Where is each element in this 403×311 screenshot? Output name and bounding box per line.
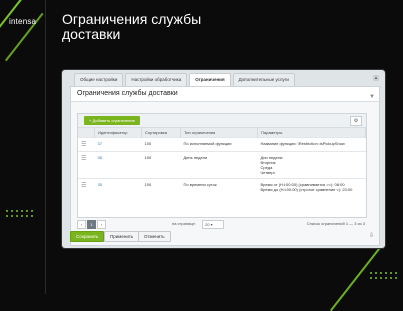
row-params: Название функции: \Restriction::isPickup…: [257, 137, 366, 152]
apply-button[interactable]: Применить: [104, 231, 140, 242]
add-restriction-label: Добавить ограничение: [92, 118, 135, 123]
collapse-icon[interactable]: ▴: [373, 75, 379, 81]
col-sort[interactable]: Сортировка: [141, 128, 181, 138]
cancel-button[interactable]: Отменить: [138, 231, 171, 242]
param-line: Время до (Н:i:00:00) (строгое сравнение …: [260, 187, 353, 192]
col-menu: [78, 128, 95, 138]
grid-toolbar: + Добавить ограничение ⚙: [78, 114, 366, 128]
table-row[interactable]: ☰ 35 100 По времени суток Время от (Н:i:…: [78, 178, 366, 195]
row-sort: 100: [141, 151, 181, 179]
divider: [45, 0, 46, 294]
row-type: По времени суток: [180, 178, 258, 195]
total-count: Список ограничений 1 — 3 из 3: [306, 221, 365, 226]
param-line: Четверг: [260, 170, 276, 175]
save-button[interactable]: Сохранить: [70, 231, 105, 242]
col-type[interactable]: Тип ограничения: [180, 128, 258, 138]
brand-logo: intensa: [9, 17, 37, 26]
restrictions-grid: + Добавить ограничение ⚙ Идентификатор С…: [77, 113, 367, 218]
restrictions-panel: Ограничения службы доставки ▼ + Добавить…: [70, 86, 380, 246]
per-page-value: 20: [205, 222, 210, 227]
row-type: День недели: [180, 151, 258, 179]
pin-icon[interactable]: ⇩: [369, 232, 374, 239]
per-page-label: на странице:: [172, 221, 196, 226]
plus-icon: +: [89, 118, 92, 123]
row-sort: 100: [141, 137, 181, 152]
tab-restrictions[interactable]: Ограничения: [189, 73, 231, 86]
row-sort: 100: [141, 178, 181, 195]
tab-handler[interactable]: Настройки обработчика: [125, 73, 188, 86]
admin-window: Общие настройки Настройки обработчика Ог…: [62, 70, 385, 248]
tab-general[interactable]: Общие настройки: [74, 73, 124, 86]
row-params: Дни недели: Вторник Среда Четверг: [257, 151, 366, 179]
row-menu-icon[interactable]: ☰: [78, 137, 95, 152]
tab-bar: Общие настройки Настройки обработчика Ог…: [74, 73, 295, 86]
row-id[interactable]: 36: [94, 151, 142, 179]
row-type: По исполняемой функции: [180, 137, 258, 152]
panel-title-text: Ограничения службы доставки: [77, 90, 178, 97]
decor-dots: [370, 272, 397, 279]
table-row[interactable]: ☰ 37 100 По исполняемой функции Название…: [78, 137, 366, 152]
add-restriction-button[interactable]: + Добавить ограничение: [84, 116, 140, 125]
panel-title: Ограничения службы доставки ▼: [71, 87, 379, 102]
col-id[interactable]: Идентификатор: [94, 128, 142, 138]
row-menu-icon[interactable]: ☰: [78, 151, 95, 179]
gear-icon[interactable]: ⚙: [350, 116, 362, 126]
row-id[interactable]: 37: [94, 137, 142, 152]
decor-dots: [6, 210, 33, 217]
row-menu-icon[interactable]: ☰: [78, 178, 95, 195]
row-id[interactable]: 35: [94, 178, 142, 195]
page-title: Ограничения службы доставки: [62, 11, 202, 42]
tab-extra-services[interactable]: Дополнительные услуги: [232, 73, 295, 86]
table-row[interactable]: ☰ 36 100 День недели Дни недели: Вторник…: [78, 151, 366, 179]
row-params: Время от (Н:i:00:00) (сравнивается >=): …: [257, 178, 366, 195]
chevron-down-icon[interactable]: ▼: [369, 90, 375, 104]
restrictions-table: Идентификатор Сортировка Тип ограничения…: [78, 128, 366, 195]
col-params[interactable]: Параметры: [257, 128, 366, 138]
form-footer: Сохранить Применить Отменить ⇩: [70, 228, 378, 244]
param-line: Название функции: \Restriction::isPickup…: [260, 141, 345, 146]
